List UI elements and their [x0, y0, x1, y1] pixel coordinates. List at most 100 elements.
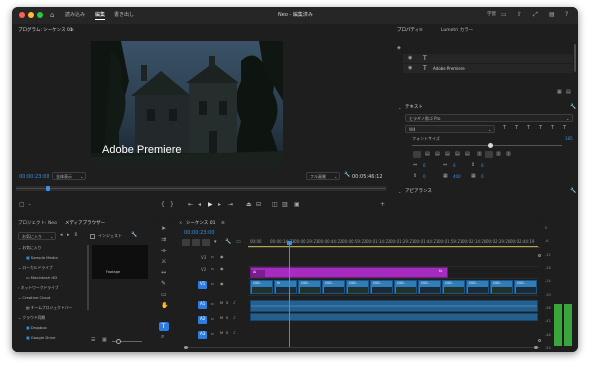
- lock-icon[interactable]: ▫: [211, 302, 214, 306]
- razor-tool-icon[interactable]: ⚔: [161, 259, 166, 265]
- go-to-in-icon[interactable]: ⇤: [188, 202, 193, 208]
- vertical-align-icon[interactable]: ▥: [506, 152, 511, 157]
- selection-tool-icon[interactable]: ➤: [161, 226, 166, 232]
- close-window-button[interactable]: [19, 12, 25, 18]
- video-clip[interactable]: C00..: [322, 280, 345, 294]
- solo-button[interactable]: S: [226, 316, 228, 321]
- marker-icon[interactable]: ▢: [19, 202, 25, 208]
- back-icon[interactable]: ◂: [60, 233, 63, 238]
- lock-icon[interactable]: ▫: [211, 255, 214, 259]
- microphone-icon[interactable]: ♪: [233, 316, 236, 320]
- type-tool-button[interactable]: T: [159, 322, 169, 331]
- track-select-tool-icon[interactable]: ⇉: [161, 237, 166, 243]
- fit-dropdown[interactable]: 全体表示 ⌄: [52, 172, 86, 180]
- eye-icon[interactable]: ◉: [220, 267, 224, 271]
- video-clip[interactable]: C00..: [298, 280, 321, 294]
- text-style-t-icon[interactable]: T: [563, 126, 566, 131]
- tree-item-cloud-sync[interactable]: ⌄ クラウド同期: [18, 316, 45, 320]
- forward-icon[interactable]: ▸: [67, 233, 70, 238]
- microphone-icon[interactable]: ♪: [233, 331, 236, 335]
- tab-width-value[interactable]: 0: [481, 175, 484, 179]
- slider-handle[interactable]: [488, 143, 493, 148]
- delete-layer-icon[interactable]: ▤: [566, 90, 571, 95]
- progress-icon[interactable]: ▤: [549, 12, 555, 18]
- favorites-dropdown[interactable]: お気に入り ⌄: [18, 232, 56, 240]
- tree-item-sample-media[interactable]: ■ Sample Media: [26, 256, 58, 260]
- insert-sequence-toggle[interactable]: [182, 239, 190, 246]
- workspace-icon[interactable]: ▭: [501, 12, 507, 18]
- vertical-align-icon[interactable]: [485, 151, 493, 158]
- current-timecode[interactable]: 00:00:23:00: [19, 175, 50, 180]
- list-view-icon[interactable]: ☰: [91, 338, 95, 343]
- timeline-playhead[interactable]: [287, 241, 292, 347]
- share-icon[interactable]: ⇧: [517, 12, 522, 18]
- new-layer-icon[interactable]: ▦: [557, 90, 562, 95]
- tab-edit[interactable]: 編集: [95, 13, 106, 20]
- tree-item-google-drive[interactable]: ■ Google Drive: [26, 336, 56, 340]
- mark-out-icon[interactable]: }: [170, 202, 174, 208]
- font-size-slider[interactable]: [412, 143, 562, 148]
- track-label-a3[interactable]: A3: [200, 332, 205, 336]
- add-marker-icon[interactable]: ▾: [214, 240, 217, 245]
- tab-menu-icon[interactable]: ≡: [221, 221, 225, 227]
- video-clip[interactable]: C00..: [250, 280, 273, 294]
- work-area-bar[interactable]: [248, 246, 538, 247]
- tsume-value[interactable]: 400: [453, 175, 461, 179]
- track-label-v1[interactable]: V1: [200, 282, 205, 286]
- overlay-title-text[interactable]: Adobe Premiere: [102, 145, 182, 156]
- text-style-t-icon[interactable]: T: [539, 126, 542, 131]
- wrench-icon[interactable]: 🔧: [344, 173, 350, 178]
- mute-button[interactable]: M: [220, 331, 223, 336]
- mute-button[interactable]: M: [220, 301, 223, 306]
- align-center-icon[interactable]: ▤: [425, 152, 430, 157]
- timeline-vertical-scrollbar[interactable]: [538, 254, 541, 342]
- wrench-icon[interactable]: 🔧: [570, 105, 576, 110]
- wrench-icon[interactable]: 🔧: [570, 189, 576, 194]
- video-clip[interactable]: C00..: [418, 280, 441, 294]
- playhead-handle[interactable]: [46, 186, 50, 191]
- justify-all-icon[interactable]: ▤: [465, 152, 470, 157]
- tree-item-dropbox[interactable]: ■ Dropbox: [26, 326, 47, 330]
- text-style-t-icon[interactable]: T: [515, 126, 518, 131]
- scroll-handle-left[interactable]: [184, 346, 188, 349]
- track-label-a1[interactable]: A1: [200, 302, 205, 306]
- minimize-window-button[interactable]: [28, 12, 34, 18]
- captions-icon[interactable]: ▭: [236, 240, 241, 245]
- lock-icon[interactable]: ▫: [211, 282, 214, 286]
- extract-icon[interactable]: ⊟: [256, 202, 261, 208]
- timeline-scrollbar[interactable]: [184, 346, 540, 349]
- track-label-v3[interactable]: V3: [201, 256, 206, 260]
- eye-icon[interactable]: ◉: [220, 282, 224, 286]
- timeline-timecode[interactable]: 00:00:23:00: [184, 231, 215, 236]
- font-size-value[interactable]: 185: [565, 137, 573, 141]
- mute-button[interactable]: M: [220, 316, 223, 321]
- tracking-value[interactable]: 0: [423, 164, 426, 168]
- video-clip[interactable]: C00..: [442, 280, 465, 294]
- layer-row[interactable]: ◉ T: [403, 54, 573, 63]
- audio-clip-a1[interactable]: [250, 300, 538, 312]
- snap-toggle[interactable]: [192, 239, 200, 246]
- chevron-down-icon[interactable]: ⌄: [398, 190, 401, 194]
- add-button-icon[interactable]: +: [380, 202, 385, 208]
- video-clip[interactable]: C00..: [394, 280, 417, 294]
- text-clip[interactable]: Ai fx: [250, 267, 448, 278]
- solo-button[interactable]: S: [226, 301, 228, 306]
- text-style-t-icon[interactable]: T: [527, 126, 530, 131]
- baseline-value[interactable]: 0: [423, 175, 426, 179]
- ripple-edit-tool-icon[interactable]: ⟛: [161, 248, 166, 254]
- video-clip[interactable]: C00..: [490, 280, 513, 294]
- play-icon[interactable]: ▶: [208, 202, 213, 208]
- footage-thumbnail[interactable]: Footage: [92, 245, 148, 279]
- tab-menu-icon[interactable]: ≡: [419, 28, 423, 34]
- step-back-icon[interactable]: ◂: [198, 202, 201, 208]
- program-monitor-tab[interactable]: プログラム: シーケンス 01: [18, 28, 73, 34]
- leading-value[interactable]: 0: [481, 164, 484, 168]
- tab-import[interactable]: 読み込み: [65, 13, 85, 18]
- wrench-icon[interactable]: 🔧: [131, 233, 137, 238]
- learn-button[interactable]: 学習: [487, 12, 496, 18]
- compare-icon[interactable]: ▥: [282, 202, 288, 208]
- linked-selection-toggle[interactable]: [202, 239, 210, 246]
- scroll-handle-right[interactable]: [534, 346, 538, 349]
- video-clip[interactable]: C00..: [370, 280, 393, 294]
- home-icon[interactable]: ⌂: [50, 12, 54, 19]
